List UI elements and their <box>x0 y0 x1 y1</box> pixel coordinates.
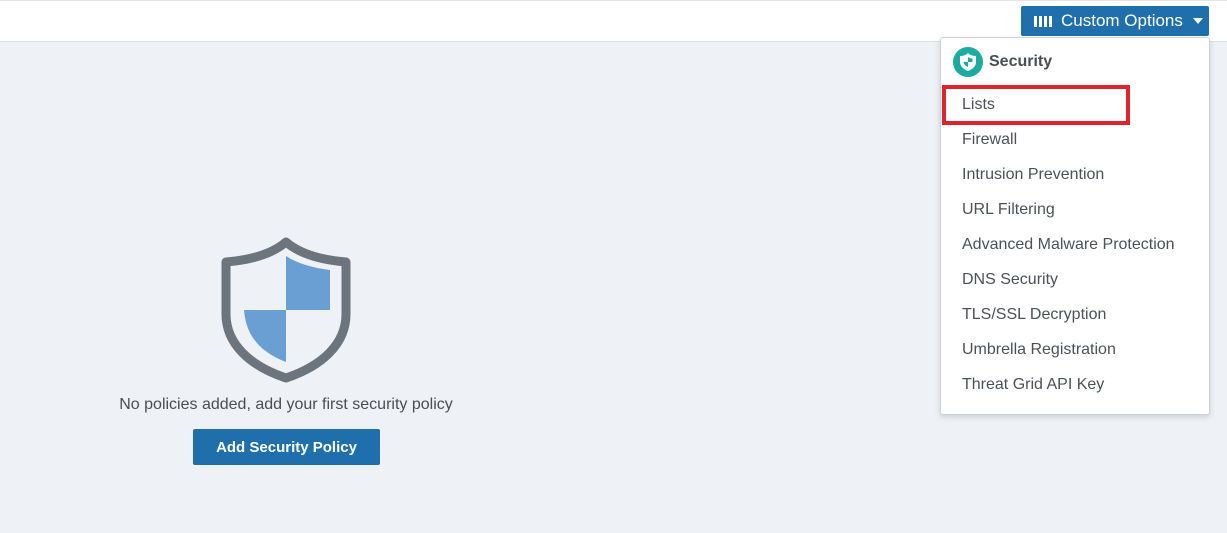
dropdown-header-label: Security <box>989 53 1053 70</box>
custom-options-button[interactable]: Custom Options <box>1021 6 1209 36</box>
menu-item-dns-security[interactable]: DNS Security <box>962 268 1058 292</box>
empty-state-message: No policies added, add your first securi… <box>119 396 453 413</box>
menu-item-url-filtering[interactable]: URL Filtering <box>962 198 1055 222</box>
custom-options-label: Custom Options <box>1061 11 1183 30</box>
dropdown-header: Security <box>953 47 1052 77</box>
top-toolbar: Custom Options <box>0 0 1227 42</box>
menu-item-umbrella-registration[interactable]: Umbrella Registration <box>962 338 1116 362</box>
add-security-policy-button[interactable]: Add Security Policy <box>193 429 380 465</box>
menu-item-lists[interactable]: Lists <box>962 93 995 117</box>
menu-item-firewall[interactable]: Firewall <box>962 128 1017 152</box>
menu-item-advanced-malware-protection[interactable]: Advanced Malware Protection <box>962 233 1175 257</box>
menu-item-intrusion-prevention[interactable]: Intrusion Prevention <box>962 163 1104 187</box>
shield-icon <box>221 237 351 383</box>
caret-down-icon <box>1192 18 1203 24</box>
custom-options-dropdown: Security Lists Firewall Intrusion Preven… <box>940 37 1210 415</box>
menu-item-tls-ssl-decryption[interactable]: TLS/SSL Decryption <box>962 303 1106 327</box>
columns-icon <box>1034 15 1052 27</box>
shield-icon <box>953 47 983 77</box>
menu-item-threat-grid-api-key[interactable]: Threat Grid API Key <box>962 373 1104 397</box>
